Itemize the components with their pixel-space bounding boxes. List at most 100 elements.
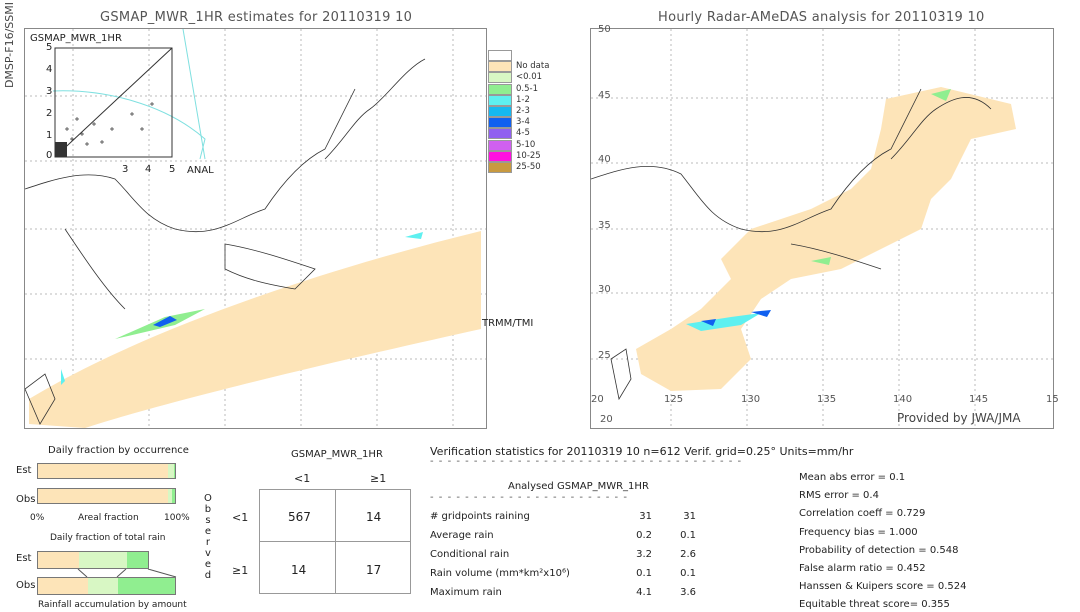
- lat-label: 35: [598, 220, 611, 231]
- stat-estimate: 0.1: [680, 530, 696, 541]
- legend-label: 0.5-1: [516, 83, 538, 94]
- col-estimate: GSMAP_MWR_1HR: [557, 481, 649, 492]
- col-header-ge: ≥1: [370, 472, 387, 485]
- lon-label: 140: [893, 394, 913, 405]
- legend-swatch: [488, 139, 512, 151]
- inset-y-tick: 2: [46, 108, 53, 119]
- lon-label: 135: [817, 394, 837, 405]
- row-header-ge: ≥1: [232, 564, 249, 577]
- stat-label: Maximum rain: [430, 587, 502, 598]
- lat-label: 50: [598, 24, 611, 35]
- row-header-lt: <1: [232, 511, 249, 524]
- obs-label: Obs: [16, 580, 36, 591]
- legend-label: 25-50: [516, 162, 541, 172]
- bar-segment: [173, 464, 175, 478]
- score: False alarm ratio = 0.452: [799, 563, 926, 574]
- cell-misses: 14: [291, 563, 307, 577]
- inset-xlabel: ANAL: [187, 165, 214, 176]
- legend-label: 4-5: [516, 128, 530, 139]
- right-map-title: Hourly Radar-AMeDAS analysis for 2011031…: [658, 10, 985, 25]
- stat-analysed: 31: [639, 511, 652, 522]
- observed-letter: r: [205, 537, 210, 548]
- left-map-title: GSMAP_MWR_1HR estimates for 20110319 10: [100, 10, 413, 25]
- legend-label: 5-10: [516, 139, 536, 150]
- inset-x-tick: 3: [122, 164, 129, 175]
- axis-title: Areal fraction: [78, 513, 139, 523]
- legend-swatch: [488, 61, 512, 73]
- inset-y-tick: 5: [46, 42, 53, 53]
- inset-y-tick: 4: [46, 64, 53, 75]
- legend-swatch: [488, 117, 512, 129]
- contingency-table: 567 14 14 17: [259, 489, 411, 594]
- score: Probability of detection = 0.548: [799, 544, 959, 556]
- right-map: [590, 28, 1054, 429]
- total-rain-title: Daily fraction of total rain: [50, 533, 166, 543]
- inset-x-tick: 4: [145, 164, 152, 175]
- col-analysed: Analysed: [508, 481, 554, 492]
- occurrence-title: Daily fraction by occurrence: [48, 445, 189, 456]
- data-credit: Provided by JWA/JMA: [897, 411, 1021, 425]
- observed-label: Observed: [204, 493, 212, 581]
- score: RMS error = 0.4: [799, 490, 879, 502]
- legend-swatch: [488, 50, 512, 61]
- lon-label: 20: [591, 394, 604, 405]
- observed-letter: v: [204, 548, 211, 559]
- score: Hanssen & Kuipers score = 0.524: [799, 581, 967, 593]
- legend-label: 3-4: [516, 117, 530, 128]
- trmm-swath: [29, 231, 481, 428]
- inset-title: GSMAP_MWR_1HR: [30, 33, 122, 44]
- stat-label: Conditional rain: [430, 549, 510, 560]
- radar-coverage: [636, 87, 1016, 391]
- legend-label: <0.01: [516, 72, 543, 83]
- legend-label: 10-25: [516, 150, 541, 161]
- lat-label: 20: [600, 414, 613, 425]
- observed-letter: s: [205, 515, 211, 526]
- stat-analysed: 3.2: [636, 549, 652, 560]
- lat-label: 30: [598, 284, 611, 295]
- cell-hits-none: 567: [288, 510, 311, 524]
- legend-swatch: [488, 128, 512, 140]
- lon-label: 130: [741, 394, 761, 405]
- est-label: Est: [16, 465, 32, 476]
- axis-right-label: 100%: [164, 513, 190, 523]
- legend-swatch: [488, 83, 512, 95]
- occurrence-est-bar: [37, 463, 176, 479]
- swath-label: TRMM/TMI: [482, 318, 534, 329]
- total-rain-footer: Rainfall accumulation by amount: [38, 600, 187, 610]
- cell-hits: 17: [366, 563, 382, 577]
- obs-label: Obs: [16, 494, 36, 505]
- stat-estimate: 2.6: [680, 549, 696, 560]
- inset-y-tick: 0: [46, 150, 53, 161]
- observed-letter: e: [204, 559, 212, 570]
- legend-label: No data: [516, 61, 550, 72]
- lat-label: 25: [598, 350, 611, 361]
- divider: - - - - - - - - - - - - - - - - - - - - …: [430, 456, 743, 467]
- right-map-canvas: [590, 29, 1053, 428]
- stat-analysed: 0.2: [636, 530, 652, 541]
- score: Mean abs error = 0.1: [799, 472, 906, 483]
- stat-label: # gridpoints raining: [430, 511, 530, 522]
- bar-segment: [172, 489, 175, 503]
- score: Frequency bias = 1.000: [799, 526, 918, 538]
- score: Correlation coeff = 0.729: [799, 508, 926, 520]
- est-label: Est: [16, 553, 32, 564]
- stat-estimate: 0.1: [680, 568, 696, 579]
- bar-segment: [38, 489, 169, 503]
- stat-analysed: 4.1: [636, 587, 652, 598]
- cell-false-alarms: 14: [366, 510, 382, 524]
- axis-left-label: 0%: [30, 513, 45, 523]
- legend-swatch: [488, 162, 512, 173]
- contingency-title: GSMAP_MWR_1HR: [291, 449, 383, 460]
- legend-swatch: [488, 94, 512, 106]
- bar-segment: [38, 464, 169, 478]
- legend-swatch: [488, 150, 512, 162]
- col-header-lt: <1: [294, 472, 311, 485]
- stat-label: Rain volume (mm*km²x10⁶): [430, 568, 570, 579]
- stat-estimate: 31: [683, 511, 696, 522]
- total-rain-obs-bar: [37, 577, 176, 595]
- stat-label: Average rain: [430, 530, 494, 541]
- score: Equitable threat score= 0.355: [799, 599, 950, 611]
- legend-swatch: [488, 106, 512, 117]
- observed-letter: d: [204, 570, 212, 581]
- lat-label: 40: [598, 154, 611, 165]
